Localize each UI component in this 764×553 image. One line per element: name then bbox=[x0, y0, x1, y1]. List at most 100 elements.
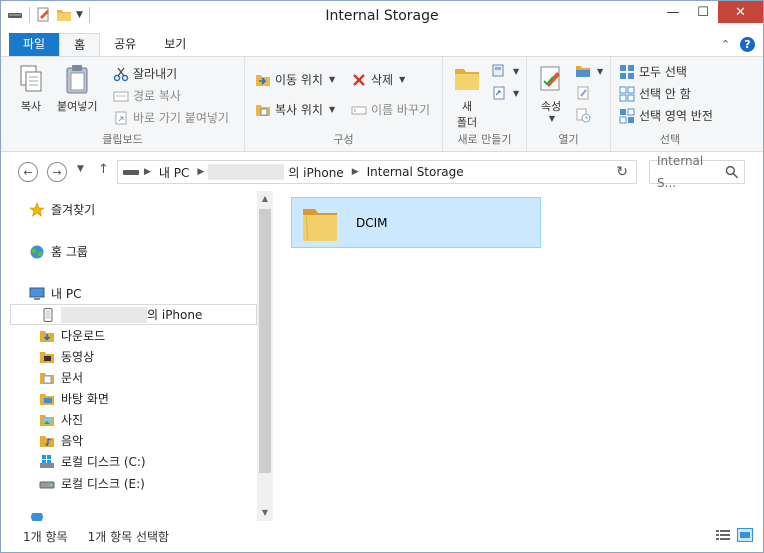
navigation-pane: 즐겨찾기 홈 그룹 내 PC 의 iPhone 다운로드 동영상 문서 바탕 화… bbox=[1, 191, 273, 521]
search-icon bbox=[726, 165, 739, 179]
new-item-icon bbox=[492, 64, 504, 77]
move-to-icon bbox=[256, 74, 270, 86]
nav-favorites-label: 즐겨찾기 bbox=[51, 203, 96, 217]
rename-button[interactable]: 이름 바꾸기 bbox=[351, 101, 430, 118]
easy-access-caret-icon: ▼ bbox=[513, 88, 520, 98]
invert-selection-button[interactable]: 선택 영역 반전 bbox=[619, 107, 713, 124]
delete-x-icon bbox=[353, 73, 365, 86]
edit-button[interactable] bbox=[575, 85, 591, 101]
folder-item[interactable]: DCIM bbox=[291, 197, 541, 248]
nav-videos[interactable]: 동영상 bbox=[39, 348, 94, 365]
new-item-caret-icon: ▼ bbox=[513, 66, 520, 76]
new-folder-icon bbox=[455, 69, 479, 90]
group-label-select: 선택 bbox=[659, 133, 681, 146]
recent-locations-icon[interactable]: ▼ bbox=[77, 164, 84, 174]
nav-homegroup[interactable]: 홈 그룹 bbox=[29, 243, 88, 260]
refresh-icon[interactable]: ↻ bbox=[616, 164, 628, 180]
back-arrow-icon: ← bbox=[23, 165, 33, 179]
move-to-label: 이동 위치 bbox=[275, 73, 323, 87]
paste-button[interactable]: 붙여넣기 bbox=[57, 63, 97, 114]
view-switcher bbox=[715, 528, 753, 542]
music-folder-icon bbox=[40, 435, 54, 447]
paste-shortcut-label: 바로 가기 붙여넣기 bbox=[133, 111, 229, 125]
nav-documents[interactable]: 문서 bbox=[39, 369, 83, 386]
device-drive-icon bbox=[123, 170, 139, 175]
forward-button[interactable]: → bbox=[47, 162, 67, 182]
copy-path-icon bbox=[113, 91, 129, 101]
group-label-open: 열기 bbox=[558, 133, 579, 146]
up-arrow-icon[interactable]: ↑ bbox=[98, 162, 109, 177]
tiles-view-icon[interactable] bbox=[737, 528, 753, 542]
cut-button[interactable]: 잘라내기 bbox=[113, 65, 177, 82]
nav-drive-e[interactable]: 로컬 디스크 (E:) bbox=[39, 475, 145, 492]
easy-access-button[interactable]: ▼ bbox=[491, 85, 519, 101]
ribbon-tabs: 파일 홈 공유 보기 bbox=[9, 33, 200, 56]
paste-shortcut-button[interactable]: 바로 가기 붙여넣기 bbox=[113, 109, 229, 126]
group-organize: 이동 위치 ▼ 삭제 ▼ 복사 위치 ▼ 이름 바꾸기 구성 bbox=[245, 57, 443, 151]
downloads-folder-icon bbox=[40, 330, 54, 342]
history-button[interactable] bbox=[575, 107, 591, 123]
quick-access-divider-2 bbox=[88, 7, 90, 23]
select-none-label: 선택 안 함 bbox=[639, 87, 691, 101]
new-folder-quick-icon[interactable] bbox=[56, 7, 72, 23]
tab-file[interactable]: 파일 bbox=[9, 33, 60, 56]
breadcrumb-this-pc[interactable]: 내 PC bbox=[155, 164, 193, 181]
rename-icon bbox=[351, 106, 367, 114]
drive-icon[interactable] bbox=[7, 7, 23, 23]
close-button[interactable]: ✕ bbox=[718, 1, 763, 23]
details-view-icon[interactable] bbox=[715, 528, 731, 542]
properties-caret-icon: ▼ bbox=[548, 114, 556, 123]
help-icon[interactable]: ? bbox=[740, 37, 755, 52]
scroll-up-icon[interactable]: ▲ bbox=[257, 191, 273, 207]
breadcrumb-internal-storage[interactable]: Internal Storage bbox=[363, 165, 468, 179]
breadcrumb-iphone[interactable]: 의 iPhone bbox=[284, 164, 347, 181]
paste-label: 붙여넣기 bbox=[57, 100, 98, 113]
copy-path-button[interactable]: 경로 복사 bbox=[113, 87, 181, 104]
nav-favorites[interactable]: 즐겨찾기 bbox=[29, 201, 95, 218]
documents-folder-icon bbox=[40, 372, 54, 384]
nav-drive-c[interactable]: 로컬 디스크 (C:) bbox=[39, 453, 146, 470]
address-bar[interactable]: ▶ 내 PC ▶ 의 iPhone ▶ Internal Storage ↻ bbox=[117, 160, 637, 184]
nav-music[interactable]: 음악 bbox=[39, 432, 83, 449]
delete-button[interactable]: 삭제 ▼ bbox=[351, 71, 405, 88]
copy-to-button[interactable]: 복사 위치 ▼ bbox=[255, 101, 335, 118]
properties-button[interactable]: 속성 ▼ bbox=[535, 63, 567, 123]
tab-view[interactable]: 보기 bbox=[150, 33, 200, 56]
move-to-button[interactable]: 이동 위치 ▼ bbox=[255, 71, 335, 88]
nav-desktop[interactable]: 바탕 화면 bbox=[39, 390, 109, 407]
window-controls: — ☐ ✕ bbox=[658, 1, 763, 23]
collapse-ribbon-icon[interactable]: ⌃ bbox=[721, 38, 730, 51]
copy-button[interactable]: 복사 bbox=[15, 63, 47, 114]
nav-this-pc[interactable]: 내 PC bbox=[29, 285, 81, 302]
nav-downloads[interactable]: 다운로드 bbox=[39, 327, 105, 344]
open-folder-icon bbox=[576, 66, 590, 77]
scroll-down-icon[interactable]: ▼ bbox=[257, 505, 273, 521]
nav-network-partial[interactable] bbox=[29, 513, 45, 521]
customize-qat-icon[interactable]: ▼ bbox=[76, 10, 83, 20]
scissors-icon bbox=[113, 67, 129, 81]
ribbon-right-controls: ⌃ ? bbox=[721, 37, 755, 52]
new-folder-button[interactable]: 새 폴더 bbox=[451, 63, 483, 130]
open-button[interactable]: ▼ bbox=[575, 63, 603, 79]
tab-share[interactable]: 공유 bbox=[100, 33, 150, 56]
nav-scrollbar[interactable]: ▲ ▼ bbox=[257, 191, 273, 521]
nav-iphone[interactable]: 의 iPhone bbox=[10, 304, 257, 325]
maximize-button[interactable]: ☐ bbox=[688, 1, 718, 23]
back-button[interactable]: ← bbox=[18, 162, 38, 182]
minimize-icon: — bbox=[666, 4, 680, 20]
select-none-icon bbox=[619, 86, 635, 101]
search-box[interactable]: Internal S... bbox=[649, 154, 745, 190]
nav-drive-c-label: 로컬 디스크 (C:) bbox=[61, 455, 146, 469]
new-item-button[interactable]: ▼ bbox=[491, 63, 519, 79]
select-all-button[interactable]: 모두 선택 bbox=[619, 63, 687, 80]
minimize-button[interactable]: — bbox=[658, 1, 688, 23]
videos-folder-icon bbox=[40, 351, 54, 363]
copy-to-icon bbox=[256, 104, 270, 116]
tab-home[interactable]: 홈 bbox=[59, 33, 101, 56]
group-label-new: 새로 만들기 bbox=[457, 133, 512, 146]
scroll-thumb[interactable] bbox=[259, 209, 271, 473]
nav-pictures[interactable]: 사진 bbox=[39, 411, 83, 428]
properties-icon[interactable] bbox=[36, 7, 52, 23]
select-none-button[interactable]: 선택 안 함 bbox=[619, 85, 691, 102]
breadcrumb-separator-icon: ▶ bbox=[144, 167, 151, 177]
